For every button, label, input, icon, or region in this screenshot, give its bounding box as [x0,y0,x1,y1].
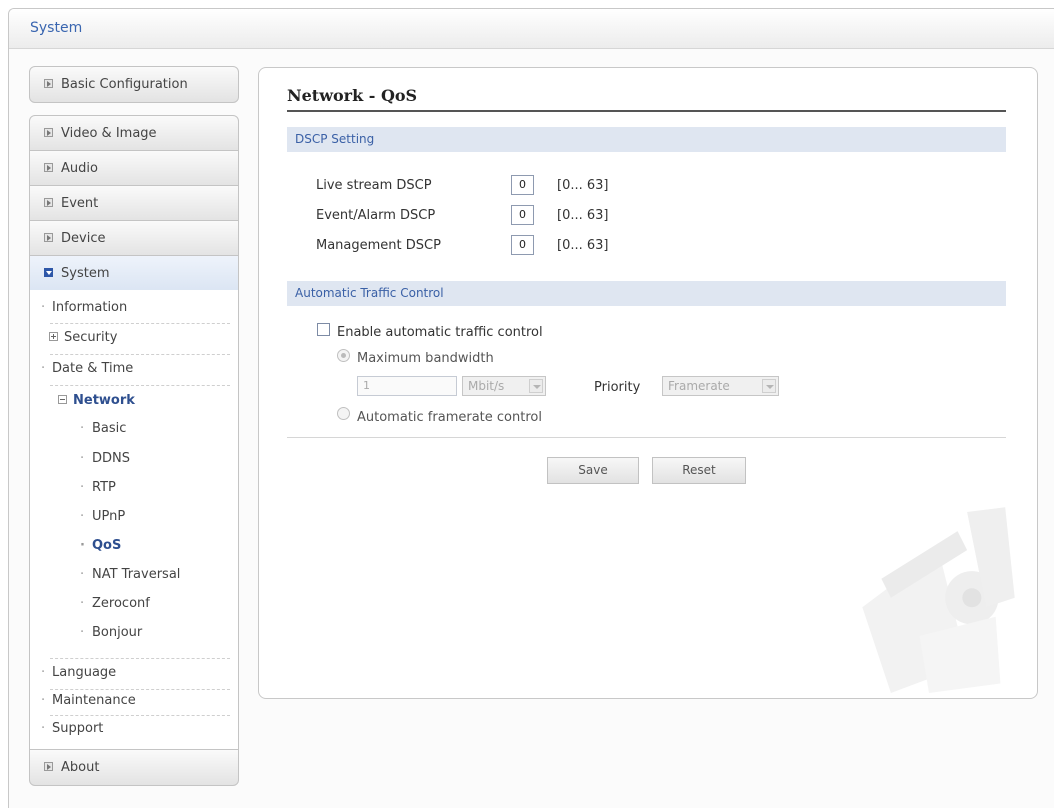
range-hint: [0... 63] [557,238,609,253]
collapse-minus-icon [58,395,67,404]
maximum-bandwidth-radio[interactable] [337,349,350,362]
section-automatic-traffic-control: Automatic Traffic Control [287,281,1006,306]
nav-network-zeroconf[interactable]: Zeroconf [80,596,150,611]
event-alarm-dscp-label: Event/Alarm DSCP [316,208,436,223]
sidebar-label: Device [61,231,106,246]
divider [50,385,230,386]
sidebar-system[interactable]: System [29,255,239,292]
sidebar-label: Event [61,196,99,211]
bandwidth-input[interactable]: 1 [357,376,457,396]
live-stream-dscp-label: Live stream DSCP [316,178,432,193]
sidebar-about[interactable]: About [29,749,239,786]
select-value: Framerate [668,379,730,393]
collapse-icon [44,268,53,277]
enable-traffic-control-checkbox[interactable] [317,323,330,336]
sidebar-device[interactable]: Device [29,220,239,257]
nav-security[interactable]: Security [49,330,117,345]
nav-network-rtp[interactable]: RTP [80,480,116,495]
nav-language[interactable]: Language [41,665,116,680]
live-stream-dscp-input[interactable]: 0 [511,175,534,195]
management-dscp-input[interactable]: 0 [511,235,534,255]
reset-button[interactable]: Reset [652,457,746,484]
sidebar-label: About [61,760,100,775]
divider [287,437,1006,438]
nav-information[interactable]: Information [41,300,127,315]
top-bar: System [9,9,1054,49]
expand-plus-icon [49,332,58,341]
system-subnav [29,290,239,749]
sidebar-label: Video & Image [61,126,157,141]
maximum-bandwidth-label: Maximum bandwidth [357,351,494,366]
sidebar-basic-configuration[interactable]: Basic Configuration [29,66,239,103]
select-value: Mbit/s [468,379,505,393]
title-underline [287,110,1006,112]
management-dscp-label: Management DSCP [316,238,441,253]
sidebar-label: Basic Configuration [61,77,188,92]
nav-network-basic[interactable]: Basic [80,421,127,436]
save-button[interactable]: Save [547,457,639,484]
divider [50,354,230,355]
expand-icon [44,163,53,172]
nav-network-bonjour[interactable]: Bonjour [80,625,142,640]
sidebar-audio[interactable]: Audio [29,150,239,187]
automatic-framerate-label: Automatic framerate control [357,410,542,425]
page-title: Network - QoS [287,86,418,105]
range-hint: [0... 63] [557,208,609,223]
expand-icon [44,762,53,771]
sidebar-video-image[interactable]: Video & Image [29,115,239,152]
nav-network-qos[interactable]: QoS [80,538,122,553]
sidebar-label: System [61,266,110,281]
dropdown-arrow-icon [762,379,776,393]
section-dscp-setting: DSCP Setting [287,127,1006,152]
sidebar-label: Audio [61,161,98,176]
divider [50,715,230,716]
enable-traffic-control-label: Enable automatic traffic control [337,325,543,340]
expand-icon [44,128,53,137]
expand-icon [44,79,53,88]
priority-label: Priority [594,380,641,395]
expand-icon [44,198,53,207]
expand-icon [44,233,53,242]
dropdown-arrow-icon [529,379,543,393]
nav-date-time[interactable]: Date & Time [41,361,133,376]
bandwidth-unit-select[interactable]: Mbit/s [462,376,546,396]
nav-network-ddns[interactable]: DDNS [80,451,130,466]
nav-label: Security [64,330,118,345]
header-title: System [30,20,83,36]
divider [50,658,230,659]
range-hint: [0... 63] [557,178,609,193]
decorative-tools-illustration [862,507,1015,693]
priority-select[interactable]: Framerate [662,376,779,396]
nav-network-upnp[interactable]: UPnP [80,509,125,524]
divider [50,323,230,324]
nav-label: Network [73,393,135,408]
divider [50,689,230,690]
nav-network[interactable]: Network [58,393,135,408]
nav-support[interactable]: Support [41,721,103,736]
automatic-framerate-radio[interactable] [337,407,350,420]
event-alarm-dscp-input[interactable]: 0 [511,205,534,225]
nav-network-nat-traversal[interactable]: NAT Traversal [80,567,180,582]
nav-maintenance[interactable]: Maintenance [41,693,136,708]
sidebar-event[interactable]: Event [29,185,239,222]
